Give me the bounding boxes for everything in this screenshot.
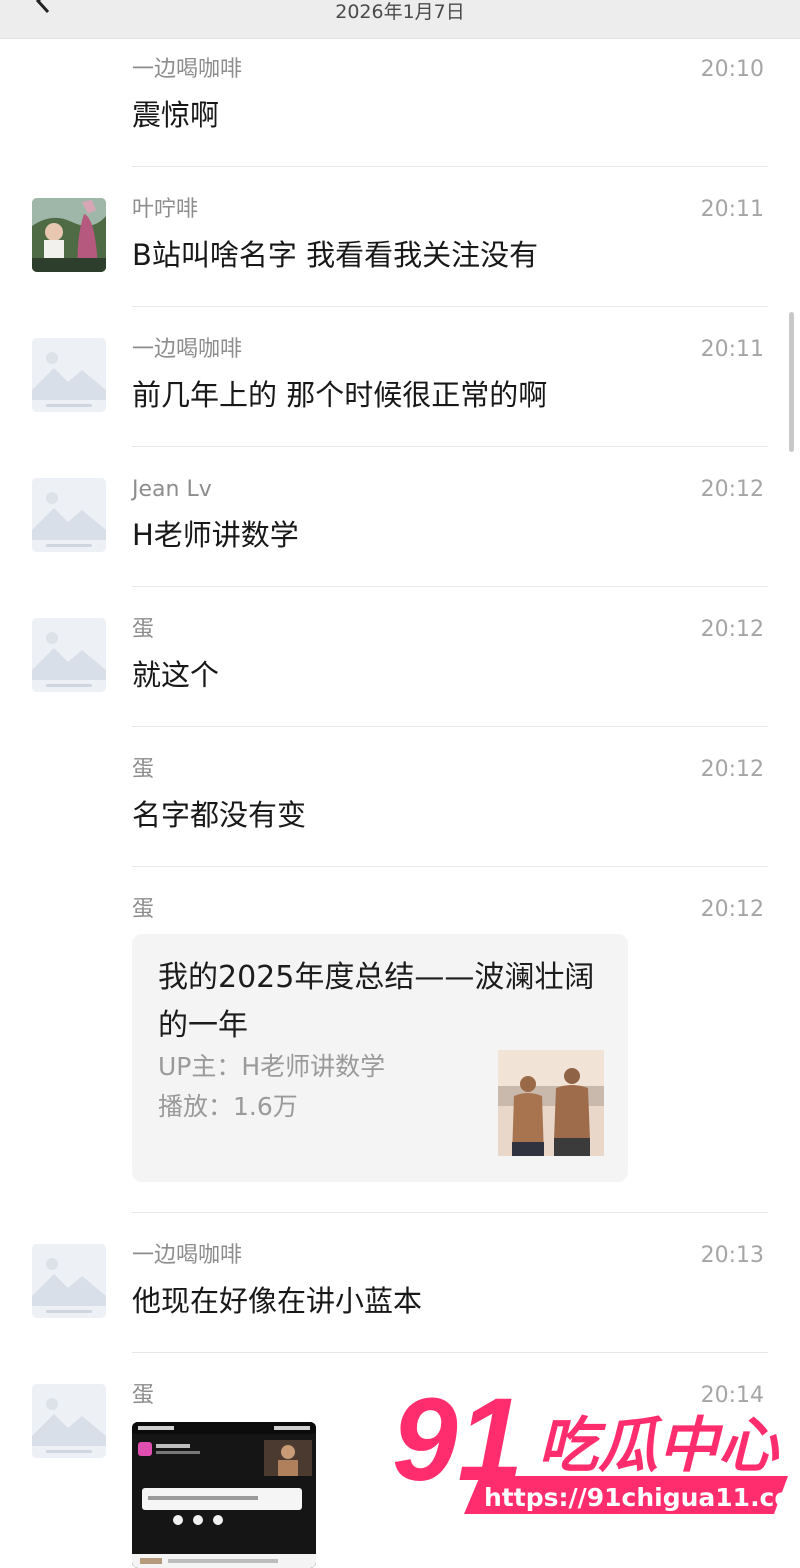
divider: [132, 866, 768, 867]
divider: [132, 166, 768, 167]
message-time: 20:12: [700, 757, 764, 782]
watermark-logo: 91 吃瓜中心 https://91chigua11.com: [390, 1372, 800, 1522]
divider: [132, 446, 768, 447]
message-time: 20:12: [700, 617, 764, 642]
image-placeholder-icon: [32, 338, 106, 412]
sender-name[interactable]: 叶咛啡: [132, 196, 198, 224]
divider: [132, 726, 768, 727]
divider: [132, 586, 768, 587]
sender-name[interactable]: 一边喝咖啡: [132, 336, 242, 364]
sender-name[interactable]: Jean Lv: [132, 476, 212, 504]
message-time: 20:10: [700, 57, 764, 82]
message-text[interactable]: 他现在好像在讲小蓝本: [132, 1282, 422, 1320]
divider: [132, 1212, 768, 1213]
image-message[interactable]: [132, 1422, 316, 1568]
divider: [132, 1352, 768, 1353]
message-time: 20:13: [700, 1243, 764, 1268]
avatar[interactable]: [32, 478, 106, 552]
avatar[interactable]: [32, 198, 106, 272]
card-play-count: 播放：1.6万: [158, 1092, 298, 1121]
avatar[interactable]: [32, 618, 106, 692]
scrollbar[interactable]: [789, 312, 794, 452]
sender-name[interactable]: 蛋: [132, 896, 154, 924]
image-placeholder-icon: [32, 618, 106, 692]
sender-name[interactable]: 蛋: [132, 616, 154, 644]
avatar[interactable]: [32, 1244, 106, 1318]
message-time: 20:11: [700, 197, 764, 222]
date-header: 2026年1月7日: [0, 0, 800, 39]
message-time: 20:11: [700, 337, 764, 362]
video-thumbnail-icon: [498, 1050, 604, 1156]
message-text[interactable]: H老师讲数学: [132, 516, 299, 554]
message-text[interactable]: 前几年上的 那个时候很正常的啊: [132, 376, 547, 414]
date-label: 2026年1月7日: [335, 1, 465, 23]
sender-name[interactable]: 蛋: [132, 1382, 154, 1410]
message-time: 20:12: [700, 477, 764, 502]
card-title: 我的2025年度总结——波澜壮阔的一年: [158, 960, 595, 1043]
message-text[interactable]: B站叫啥名字 我看看我关注没有: [132, 236, 538, 274]
message-time: 20:12: [700, 897, 764, 922]
screenshot-thumbnail-icon: [132, 1422, 316, 1568]
message-text[interactable]: 名字都没有变: [132, 796, 306, 834]
sender-name[interactable]: 一边喝咖啡: [132, 56, 242, 84]
sender-name[interactable]: 蛋: [132, 756, 154, 784]
image-placeholder-icon: [32, 1244, 106, 1318]
avatar[interactable]: [32, 1384, 106, 1458]
watermark-brand: 吃瓜中心: [538, 1411, 780, 1481]
image-placeholder-icon: [32, 1384, 106, 1458]
avatar[interactable]: [32, 338, 106, 412]
video-link-card[interactable]: 我的2025年度总结——波澜壮阔的一年 UP主：H老师讲数学 播放：1.6万: [132, 934, 628, 1182]
card-uploader: UP主：H老师讲数学: [158, 1052, 386, 1081]
divider: [132, 306, 768, 307]
watermark-url: https://91chigua11.com: [484, 1483, 792, 1512]
image-placeholder-icon: [32, 478, 106, 552]
sender-name[interactable]: 一边喝咖啡: [132, 1242, 242, 1270]
avatar-photo-icon: [32, 198, 106, 272]
message-text[interactable]: 就这个: [132, 656, 219, 694]
message-text[interactable]: 震惊啊: [132, 96, 219, 134]
card-thumbnail: [498, 1050, 604, 1156]
